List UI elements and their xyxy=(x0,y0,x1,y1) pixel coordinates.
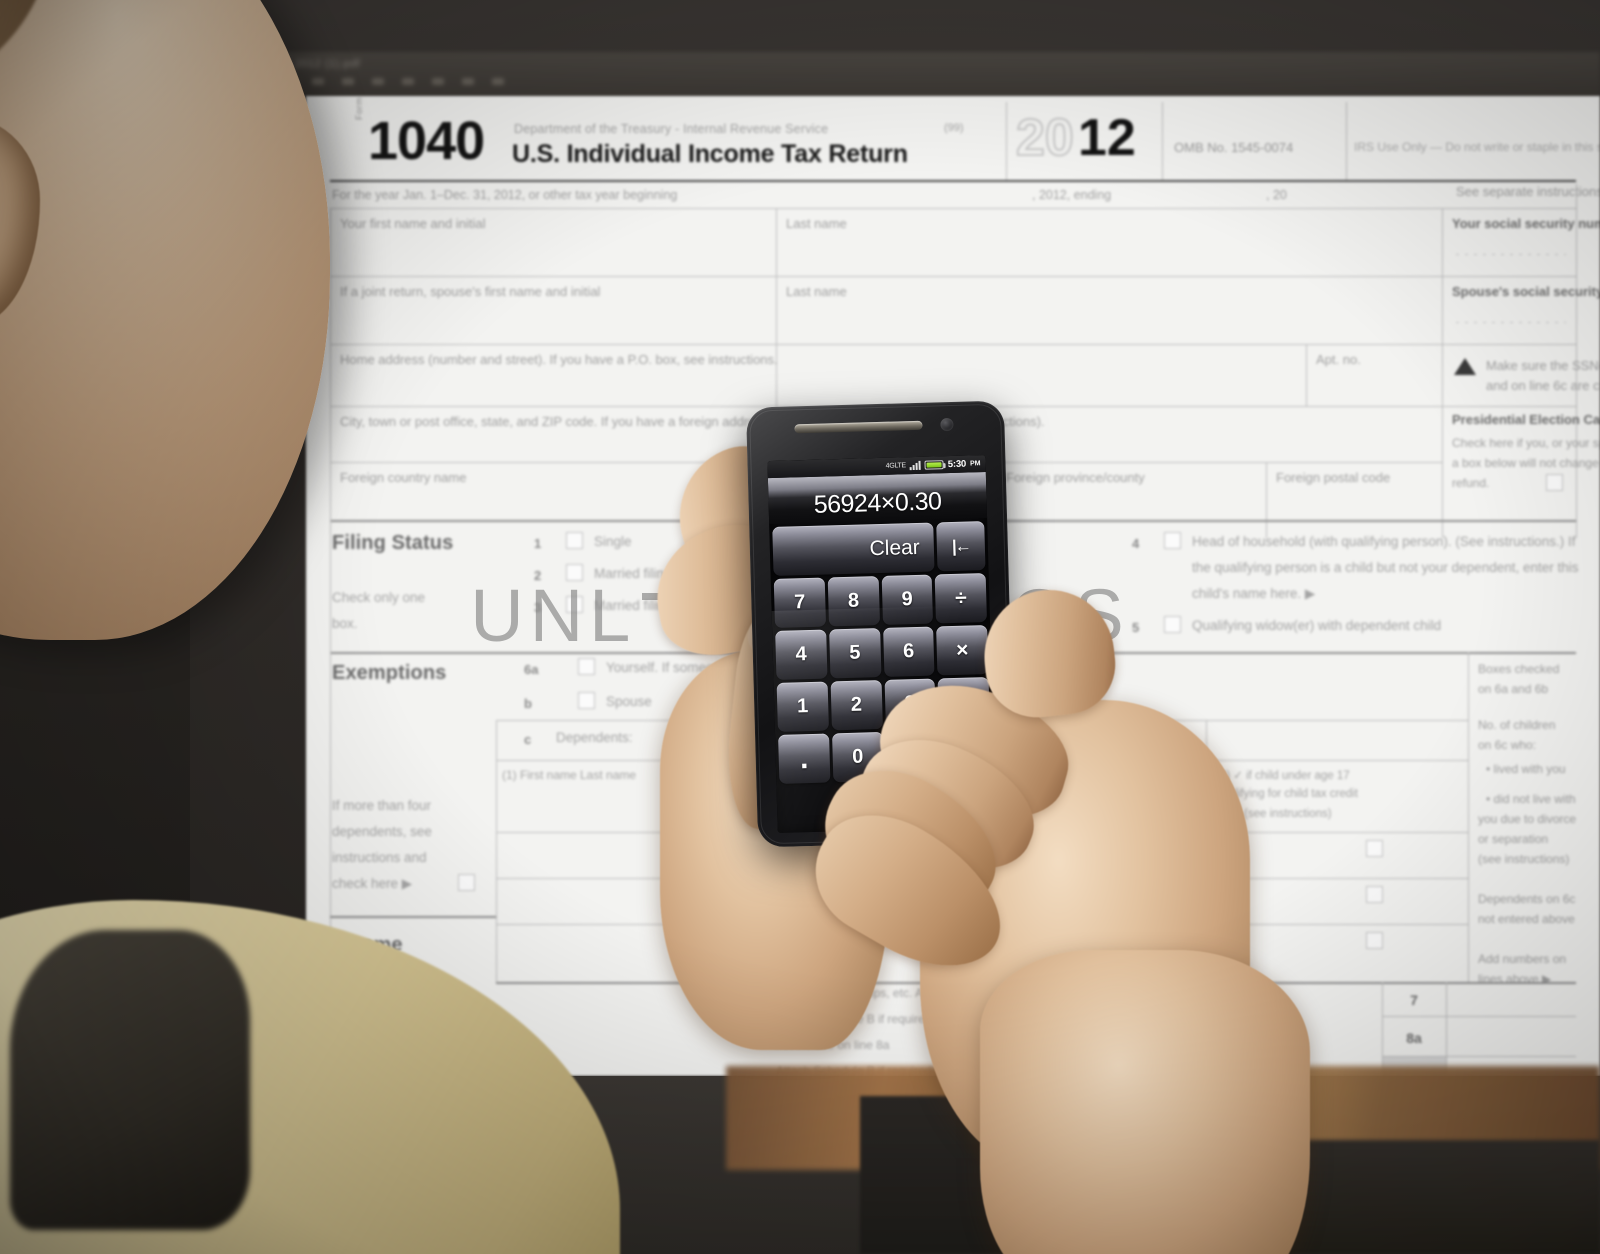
status-bar-ampm: PM xyxy=(969,460,981,468)
tax-year: 20 12 xyxy=(1015,108,1160,180)
exemption-checkbox-spouse[interactable] xyxy=(578,692,595,709)
side-note-7: or separation xyxy=(1478,832,1549,846)
form-word-label: Form xyxy=(354,97,364,120)
exemption-sub-header: (1) First name Last name xyxy=(502,768,637,782)
tax-year-suffix: 12 xyxy=(1078,109,1136,167)
presidential-note-2: a box below will not change your tax or xyxy=(1452,456,1600,470)
child-credit-checkbox-3[interactable] xyxy=(1366,932,1383,949)
screenshot-root: 1040 - us(2) 2012 (1).pdf Form 1040 Depa… xyxy=(0,0,1600,1254)
side-note-5: • did not live with xyxy=(1486,792,1576,806)
tax-year-line-3: , 20 xyxy=(1266,188,1287,202)
right-hand xyxy=(793,520,1310,1254)
battery-icon xyxy=(924,460,944,470)
key-decimal[interactable]: . xyxy=(778,733,831,784)
child-credit-checkbox-1[interactable] xyxy=(1366,840,1383,857)
more-than-four-line-0: If more than four xyxy=(332,798,432,813)
side-note-10: not entered above xyxy=(1478,912,1575,926)
tax-year-prefix: 20 xyxy=(1015,109,1075,167)
filing-status-num-1: 1 xyxy=(534,536,542,551)
ssn-note-line2: and on line 6c are correct. xyxy=(1486,378,1600,393)
label-apt-no: Apt. no. xyxy=(1316,352,1361,367)
side-note-3: on 6c who: xyxy=(1478,738,1537,752)
exemption-code-6a: 6a xyxy=(524,662,539,677)
calculator-display-value: 56924×0.30 xyxy=(813,487,942,519)
key-1[interactable]: 1 xyxy=(776,681,829,732)
label-foreign-country: Foreign country name xyxy=(340,470,467,485)
side-note-9: Dependents on 6c xyxy=(1478,892,1576,906)
filing-status-num-3: 3 xyxy=(534,600,542,615)
more-than-four-line-1: dependents, see xyxy=(332,824,432,839)
presidential-note-1: Check here if you, or your spouse if fil… xyxy=(1452,436,1600,450)
filing-status-checkbox-mfj[interactable] xyxy=(566,564,583,581)
filing-status-checkbox-mfs[interactable] xyxy=(566,596,583,613)
signal-strength-icon xyxy=(909,460,921,471)
see-separate-instructions: See separate instructions. xyxy=(1456,184,1600,199)
side-note-0: Boxes checked xyxy=(1478,662,1560,676)
label-foreign-province: Foreign province/county xyxy=(1006,470,1145,485)
section-exemptions: Exemptions xyxy=(332,662,447,684)
form-number: 1040 xyxy=(368,111,485,171)
department-code: (99) xyxy=(944,122,964,134)
side-note-1: on 6a and 6b xyxy=(1478,682,1549,696)
filing-status-note-1: Check only one xyxy=(332,590,426,605)
filing-status-checkbox-single[interactable] xyxy=(566,532,583,549)
label-last-name: Last name xyxy=(786,216,847,231)
label-spouse-first-name: If a joint return, spouse's first name a… xyxy=(340,284,601,299)
label-home-address: Home address (number and street). If you… xyxy=(340,352,778,367)
right-wrist xyxy=(980,950,1310,1254)
label-spouse-last-name: Last name xyxy=(786,284,847,299)
right-thumb xyxy=(977,583,1121,723)
filing-status-num-2: 2 xyxy=(534,568,542,583)
person-ear xyxy=(0,116,40,326)
key-4[interactable]: 4 xyxy=(775,629,828,680)
exemption-code-c: c xyxy=(524,732,532,747)
form-title: U.S. Individual Income Tax Return xyxy=(512,140,908,168)
mobile-data-icon: 4GLTE xyxy=(885,462,906,470)
label-your-ssn: Your social security number xyxy=(1452,216,1600,231)
person-collar xyxy=(10,930,250,1230)
key-8[interactable]: 8 xyxy=(827,576,880,627)
side-note-2: No. of children xyxy=(1478,718,1556,732)
window-chrome-bar: 1040 - us(2) 2012 (1).pdf xyxy=(212,52,1600,98)
presidential-checkbox-you[interactable] xyxy=(1546,474,1563,491)
side-note-11: Add numbers on xyxy=(1478,952,1567,966)
side-note-8: (see instructions) xyxy=(1478,852,1570,866)
tax-year-line: For the year Jan. 1–Dec. 31, 2012, or ot… xyxy=(332,188,678,202)
side-note-4: • lived with you xyxy=(1486,762,1566,776)
ssn-note-line1: Make sure the SSN(s) above xyxy=(1486,358,1600,373)
tax-year-line-2: , 2012, ending xyxy=(1032,188,1112,202)
calculator-display: 56924×0.30 xyxy=(767,472,988,525)
omb-number: OMB No. 1545-0074 xyxy=(1174,140,1294,155)
label-first-name: Your first name and initial xyxy=(340,216,486,231)
filing-status-note-2: box. xyxy=(332,616,358,631)
exemption-checkbox-yourself[interactable] xyxy=(578,658,595,675)
label-spouse-ssn: Spouse's social security number xyxy=(1452,284,1600,299)
exemption-code-b: b xyxy=(524,696,532,711)
section-filing-status: Filing Status xyxy=(332,532,454,554)
more-than-four-line-2: instructions and xyxy=(332,850,427,865)
label-foreign-postal: Foreign postal code xyxy=(1276,470,1391,485)
person-hair xyxy=(0,0,50,120)
key-7[interactable]: 7 xyxy=(773,577,826,628)
department-label: Department of the Treasury - Internal Re… xyxy=(514,122,829,136)
income-line-num-7: 7 xyxy=(1410,992,1418,1008)
income-line-num-8a: 8a xyxy=(1406,1030,1422,1046)
presidential-note-3: refund. xyxy=(1452,476,1490,490)
irs-use-only: IRS Use Only — Do not write or staple in… xyxy=(1354,140,1600,154)
more-than-four-checkbox[interactable] xyxy=(458,874,475,891)
warning-triangle-icon xyxy=(1454,358,1476,375)
key-5[interactable]: 5 xyxy=(828,628,881,679)
child-credit-checkbox-2[interactable] xyxy=(1366,886,1383,903)
status-bar-time: 5:30 xyxy=(947,458,967,471)
side-note-6: you due to divorce xyxy=(1478,812,1577,826)
label-presidential-campaign: Presidential Election Campaign xyxy=(1452,412,1600,427)
key-2[interactable]: 2 xyxy=(830,680,883,731)
more-than-four-line-3: check here ▶ xyxy=(332,876,413,891)
